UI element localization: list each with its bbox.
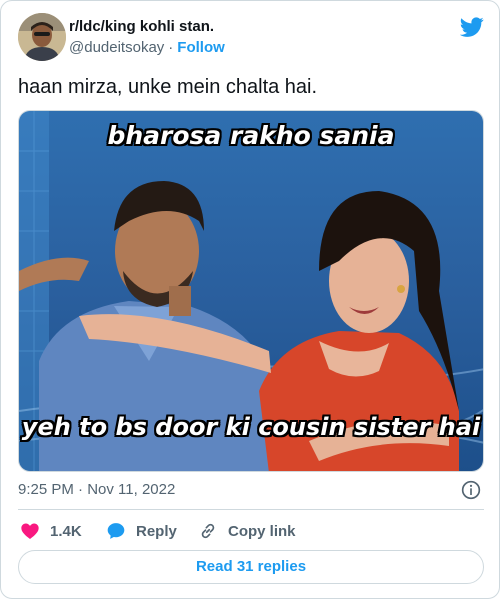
speech-bubble-icon <box>107 523 125 539</box>
tweet-media[interactable]: bharosa rakho sania yeh to bs door ki co… <box>18 110 484 472</box>
avatar[interactable] <box>18 13 66 61</box>
avatar-image <box>18 13 66 61</box>
copy-link-button[interactable]: Copy link <box>198 519 296 543</box>
meme-caption-top: bharosa rakho sania <box>107 121 395 150</box>
follow-button[interactable]: Follow <box>177 39 225 56</box>
tweet-card: r/ldc/king kohli stan. @dudeitsokay · Foll… <box>0 0 500 599</box>
meme-caption-bottom: yeh to bs door ki cousin sister hai <box>21 413 481 441</box>
tweet-timestamp[interactable]: 9:25 PM · Nov 11, 2022 <box>18 481 175 498</box>
info-icon[interactable] <box>461 480 481 500</box>
heart-icon <box>21 523 39 539</box>
divider <box>18 509 484 510</box>
read-replies-button[interactable]: Read 31 replies <box>18 550 484 584</box>
handle[interactable]: @dudeitsokay <box>69 39 164 56</box>
like-button[interactable]: 1.4K <box>20 519 82 543</box>
separator-dot: · <box>168 39 174 56</box>
twitter-bird-icon[interactable] <box>460 15 484 39</box>
display-name[interactable]: r/ldc/king kohli stan. <box>69 18 214 35</box>
like-count: 1.4K <box>50 522 82 540</box>
tweet-actions: 1.4K Reply Copy link <box>18 519 484 543</box>
copy-link-label: Copy link <box>228 522 296 540</box>
tweet-header: r/ldc/king kohli stan. @dudeitsokay · Foll… <box>18 13 484 63</box>
handle-row: @dudeitsokay · Follow <box>69 39 225 56</box>
tweet-text: haan mirza, unke mein chalta hai. <box>18 76 318 98</box>
link-icon <box>201 523 215 539</box>
reply-button[interactable]: Reply <box>106 519 177 543</box>
reply-label: Reply <box>136 522 177 540</box>
